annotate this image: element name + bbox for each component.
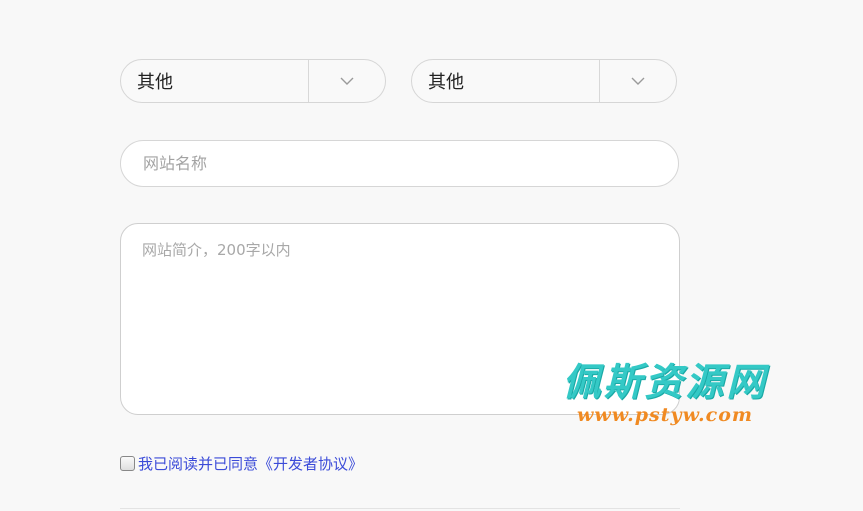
chevron-down-icon[interactable] <box>309 60 385 102</box>
submit-site-form: 其他 其他 佩斯资源网 www.pstyw.com 我已阅读并已同意 《开发者协… <box>0 0 863 511</box>
watermark-logo: 佩斯资源网 www.pstyw.com <box>545 359 785 427</box>
category-select-secondary-value: 其他 <box>428 72 464 93</box>
category-select-primary[interactable]: 其他 <box>120 59 386 103</box>
site-name-input[interactable] <box>120 140 679 187</box>
bottom-divider <box>120 508 680 509</box>
category-select-primary-value: 其他 <box>137 72 173 93</box>
agreement-text: 我已阅读并已同意 <box>138 455 259 473</box>
watermark-title: 佩斯资源网 <box>562 359 768 404</box>
chevron-down-icon[interactable] <box>600 60 676 102</box>
watermark-url: www.pstyw.com <box>577 404 753 426</box>
category-select-secondary[interactable]: 其他 <box>411 59 677 103</box>
agreement-checkbox[interactable] <box>120 456 135 471</box>
developer-agreement-link[interactable]: 《开发者协议》 <box>258 453 363 474</box>
agreement-row: 我已阅读并已同意 《开发者协议》 <box>120 453 363 474</box>
